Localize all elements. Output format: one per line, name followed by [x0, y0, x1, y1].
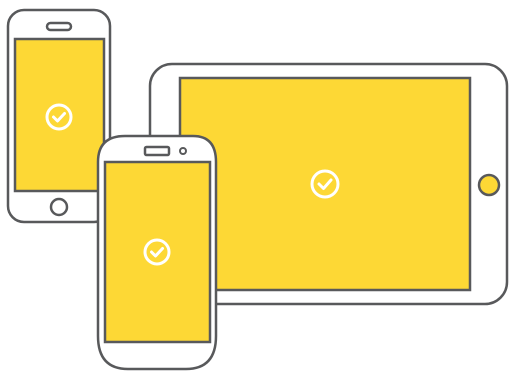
iphone-device: [6, 8, 112, 224]
iphone-speaker: [45, 21, 73, 32]
tablet-screen: [178, 76, 472, 292]
tablet-home-button: [477, 173, 501, 197]
android-phone-speaker: [143, 145, 171, 157]
android-phone-camera: [179, 147, 187, 155]
android-phone-device: [96, 134, 218, 371]
iphone-screen: [13, 37, 106, 193]
devices-illustration: [0, 0, 510, 371]
responsive-devices-graphic: [6, 8, 509, 371]
iphone-home-button: [49, 197, 69, 217]
